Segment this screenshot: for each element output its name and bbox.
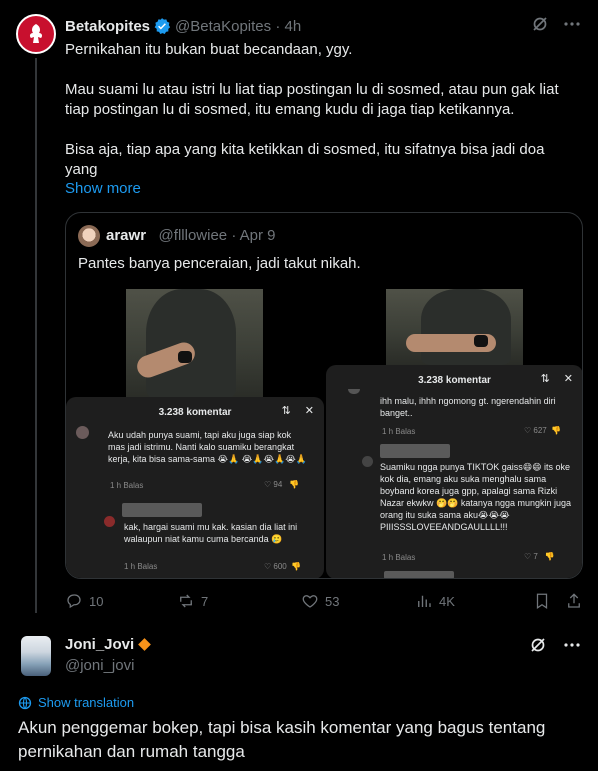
reply-button[interactable]: 10 xyxy=(65,592,103,610)
sort-icon[interactable]: ⇅ xyxy=(282,404,291,417)
tweet-time[interactable]: 4h xyxy=(285,18,302,35)
quoted-tweet[interactable]: arawr @flllowiee · Apr 9 Pantes banya pe… xyxy=(65,212,583,579)
comment-text: kak, hargai suami mu kak. kasian dia lia… xyxy=(124,522,298,544)
like-button[interactable]: 53 xyxy=(301,592,339,610)
share-button[interactable] xyxy=(565,592,583,610)
quote-author-name[interactable]: arawr xyxy=(106,227,146,244)
quote-text: Pantes banya penceraian, jadi takut nika… xyxy=(78,255,361,272)
heart-icon xyxy=(302,595,318,608)
affiliate-badge-icon xyxy=(138,638,152,651)
views-count: 4K xyxy=(439,593,455,609)
sort-icon[interactable]: ⇅ xyxy=(541,372,550,385)
views-icon xyxy=(418,595,431,607)
tweet-top-actions xyxy=(530,14,582,34)
more-options-icon[interactable] xyxy=(562,635,582,655)
avatar[interactable] xyxy=(104,516,115,527)
reply-count: 10 xyxy=(89,593,104,609)
retweet-button[interactable]: 7 xyxy=(177,592,208,610)
reply-author-handle[interactable]: @joni_jovi xyxy=(65,657,134,674)
redacted-username xyxy=(380,444,450,458)
retweet-count: 7 xyxy=(201,593,209,609)
show-translation-label: Show translation xyxy=(38,695,135,710)
comment-meta[interactable]: 1 h Balas xyxy=(382,427,415,436)
comment-likes[interactable]: ♡ 627 👎 xyxy=(524,426,561,435)
comment-text: ihh malu, ihhh ngomong gt. ngerendahin d… xyxy=(380,396,556,418)
comment-likes[interactable]: ♡ 7 👎 xyxy=(524,552,555,561)
quote-media[interactable]: 3.238 komentar ⇅ ✕ Aku udah punya suami,… xyxy=(66,289,582,578)
tweet-paragraph-3: Bisa aja, tiap apa yang kita ketikkan di… xyxy=(65,141,545,178)
more-options-icon[interactable] xyxy=(562,14,582,34)
grok-icon[interactable] xyxy=(530,14,550,34)
author-handle[interactable]: @BetaKopites xyxy=(175,18,271,35)
video-photo-left xyxy=(126,289,263,399)
redacted-username xyxy=(122,503,202,517)
views-button[interactable]: 4K xyxy=(415,592,455,610)
comment-meta[interactable]: 1 h Balas xyxy=(382,553,415,562)
close-icon[interactable]: ✕ xyxy=(305,404,314,417)
reply-top-actions xyxy=(528,635,582,655)
bookmark-icon xyxy=(536,593,548,609)
quote-date: Apr 9 xyxy=(239,227,276,244)
comment-likes[interactable]: ♡ 94 👎 xyxy=(264,480,299,489)
show-translation-link[interactable]: Show translation xyxy=(18,695,134,710)
reply-author-name[interactable]: Joni_Jovi xyxy=(65,636,134,653)
comments-panel-left[interactable]: 3.238 komentar ⇅ ✕ Aku udah punya suami,… xyxy=(66,397,324,578)
tweet-body: Pernikahan itu bukan buat becandaan, ygy… xyxy=(65,40,580,180)
comment-meta[interactable]: 1 h Balas xyxy=(110,481,143,490)
comment-meta[interactable]: 1 h Balas xyxy=(124,562,157,571)
joni-jovi-avatar[interactable] xyxy=(21,636,51,676)
tweet-actions: 10 7 53 4K xyxy=(65,592,585,614)
comments-panel-right[interactable]: 3.238 komentar ⇅ ✕ ihh malu, ihhh ngomon… xyxy=(326,365,582,578)
grok-icon[interactable] xyxy=(528,635,548,655)
tweet-header: Betakopites @BetaKopites · 4h xyxy=(65,17,302,35)
reply-body: Akun penggemar bokep, tapi bisa kasih ko… xyxy=(18,718,546,761)
betakopites-avatar[interactable] xyxy=(16,14,56,54)
retweet-icon xyxy=(180,594,192,608)
share-icon xyxy=(568,593,580,608)
comment-likes[interactable]: ♡ 600 👎 xyxy=(264,562,301,571)
reply-icon xyxy=(67,594,81,609)
close-icon[interactable]: ✕ xyxy=(564,372,573,385)
verified-badge-icon xyxy=(154,18,171,35)
thread-line xyxy=(35,58,37,613)
tweet-paragraph-1: Pernikahan itu bukan buat becandaan, ygy… xyxy=(65,41,353,58)
like-count: 53 xyxy=(325,593,340,609)
avatar[interactable] xyxy=(76,426,89,439)
quote-author-handle[interactable]: @flllowiee xyxy=(159,227,228,244)
redacted-username xyxy=(384,571,454,578)
quote-header: arawr @flllowiee · Apr 9 xyxy=(106,227,276,244)
author-name[interactable]: Betakopites xyxy=(65,18,150,35)
video-photo-right xyxy=(386,289,523,365)
avatar[interactable] xyxy=(362,456,373,467)
comment-text: Aku udah punya suami, tapi aku juga siap… xyxy=(108,430,307,464)
reply-header: Joni_Jovi xyxy=(65,636,152,653)
tweet-paragraph-2: Mau suami lu atau istri lu liat tiap pos… xyxy=(65,81,559,118)
liverbird-logo-icon xyxy=(29,24,43,43)
show-more-link[interactable]: Show more xyxy=(65,180,141,197)
avatar[interactable] xyxy=(348,389,360,394)
translate-icon xyxy=(18,696,32,709)
arawr-avatar[interactable] xyxy=(78,225,100,247)
comment-text: Suamiku ngga punya TIKTOK gaiss😄😄 its ok… xyxy=(380,462,572,532)
bookmark-button[interactable] xyxy=(533,592,551,610)
